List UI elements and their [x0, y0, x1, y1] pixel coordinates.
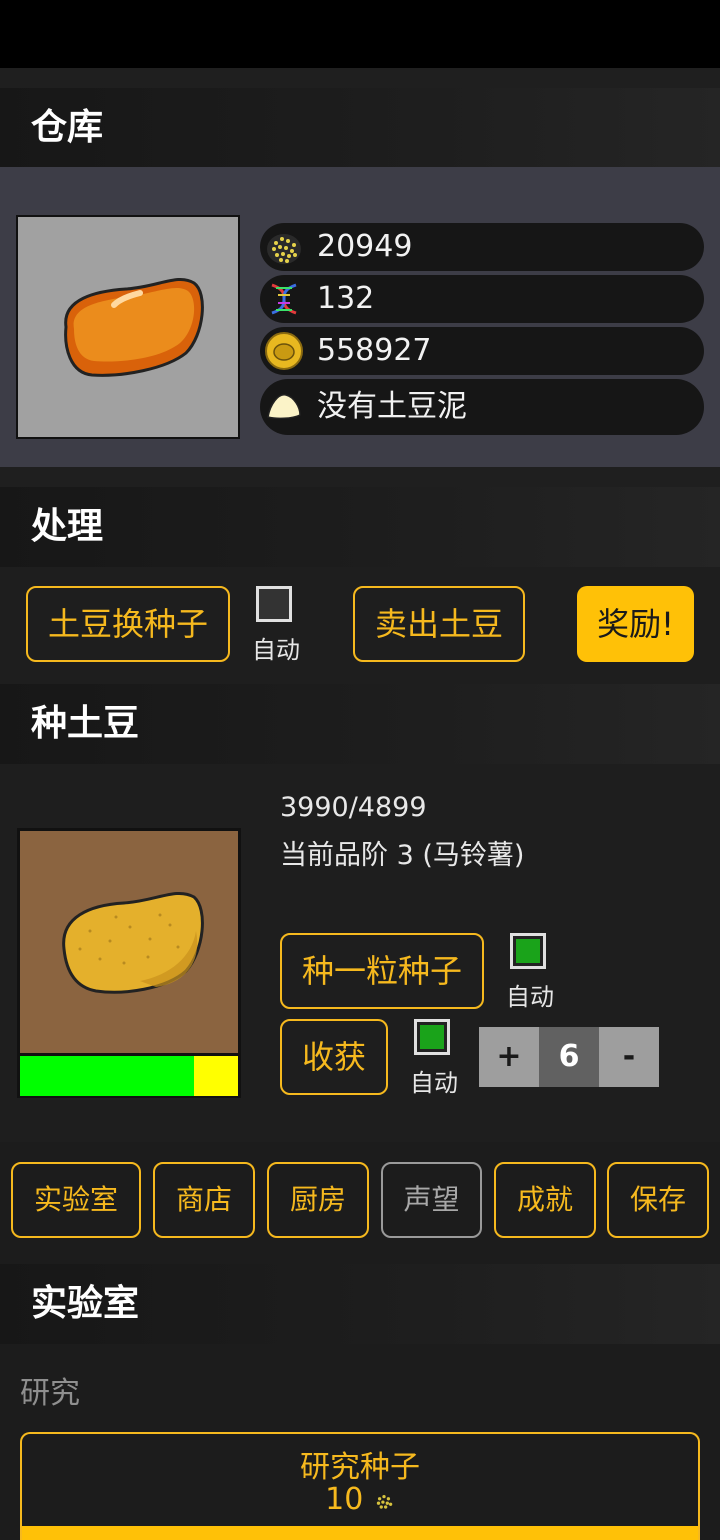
nav-achievements-button[interactable]: 成就 [494, 1162, 596, 1238]
plant-auto-label: 自动 [506, 983, 554, 1011]
research-seeds-cost: 10 [325, 1482, 364, 1517]
stepper-value: 6 [539, 1027, 599, 1087]
warehouse-title: 仓库 [31, 107, 104, 148]
nav-shop-button[interactable]: 商店 [153, 1162, 255, 1238]
growth-progress-bar [20, 1056, 238, 1096]
seeds-icon [264, 227, 304, 267]
mashed-potato-icon [264, 385, 304, 425]
sell-potatoes-button[interactable]: 卖出土豆 [353, 586, 525, 662]
lab-header: 实验室 [0, 1264, 720, 1344]
process-header: 处理 [0, 487, 720, 567]
seeds-icon [376, 1494, 393, 1509]
stepper-plus-button[interactable]: + [479, 1027, 539, 1087]
dna-count: 132 [317, 281, 375, 316]
convert-auto-label: 自动 [252, 636, 300, 664]
convert-to-seeds-button[interactable]: 土豆换种子 [26, 586, 230, 662]
resource-coins: 558927 [260, 327, 704, 375]
potato-image [16, 215, 240, 439]
stepper-minus-button[interactable]: - [599, 1027, 659, 1087]
resource-dna: 132 [260, 275, 704, 323]
research-seeds-card[interactable]: 研究种子 10 [20, 1432, 700, 1540]
coins-count: 558927 [317, 333, 432, 368]
status-bar [0, 0, 720, 68]
plant-title: 种土豆 [31, 703, 140, 744]
seeds-count: 20949 [317, 229, 413, 264]
research-seeds-cost-row: 10 [22, 1482, 698, 1517]
nav-lab-button[interactable]: 实验室 [11, 1162, 141, 1238]
potato-icon [64, 277, 204, 377]
mash-status: 没有土豆泥 [317, 389, 467, 424]
research-seeds-title: 研究种子 [300, 1450, 420, 1485]
growing-potato-icon [62, 891, 204, 994]
dna-icon [264, 279, 304, 319]
spacer [0, 467, 720, 487]
harvest-auto-label: 自动 [410, 1069, 458, 1097]
resource-mash: 没有土豆泥 [260, 379, 704, 435]
warehouse-header: 仓库 [0, 88, 720, 168]
resource-seeds: 20949 [260, 223, 704, 271]
plant-seed-button[interactable]: 种一粒种子 [280, 933, 484, 1009]
nav-kitchen-button[interactable]: 厨房 [267, 1162, 369, 1238]
plant-header: 种土豆 [0, 684, 720, 764]
research-label: 研究 [20, 1376, 80, 1411]
quality-tier-text: 当前品阶 3 (马铃薯) [280, 840, 525, 871]
growing-potato-image [20, 831, 238, 1053]
growth-progress-text: 3990/4899 [280, 792, 427, 823]
harvest-button[interactable]: 收获 [280, 1019, 388, 1095]
reward-button[interactable]: 奖励! [577, 586, 694, 662]
plant-auto-checkbox[interactable] [510, 933, 546, 969]
process-title: 处理 [31, 506, 104, 547]
harvest-auto-checkbox[interactable] [414, 1019, 450, 1055]
growth-progress-fill [20, 1056, 195, 1096]
nav-save-button[interactable]: 保存 [607, 1162, 709, 1238]
convert-auto-checkbox[interactable] [256, 586, 292, 622]
nav-prestige-button[interactable]: 声望 [381, 1162, 482, 1238]
top-spacer [0, 68, 720, 88]
research-progress-strip [22, 1526, 698, 1540]
lab-title: 实验室 [31, 1283, 140, 1324]
coin-icon [264, 331, 304, 371]
